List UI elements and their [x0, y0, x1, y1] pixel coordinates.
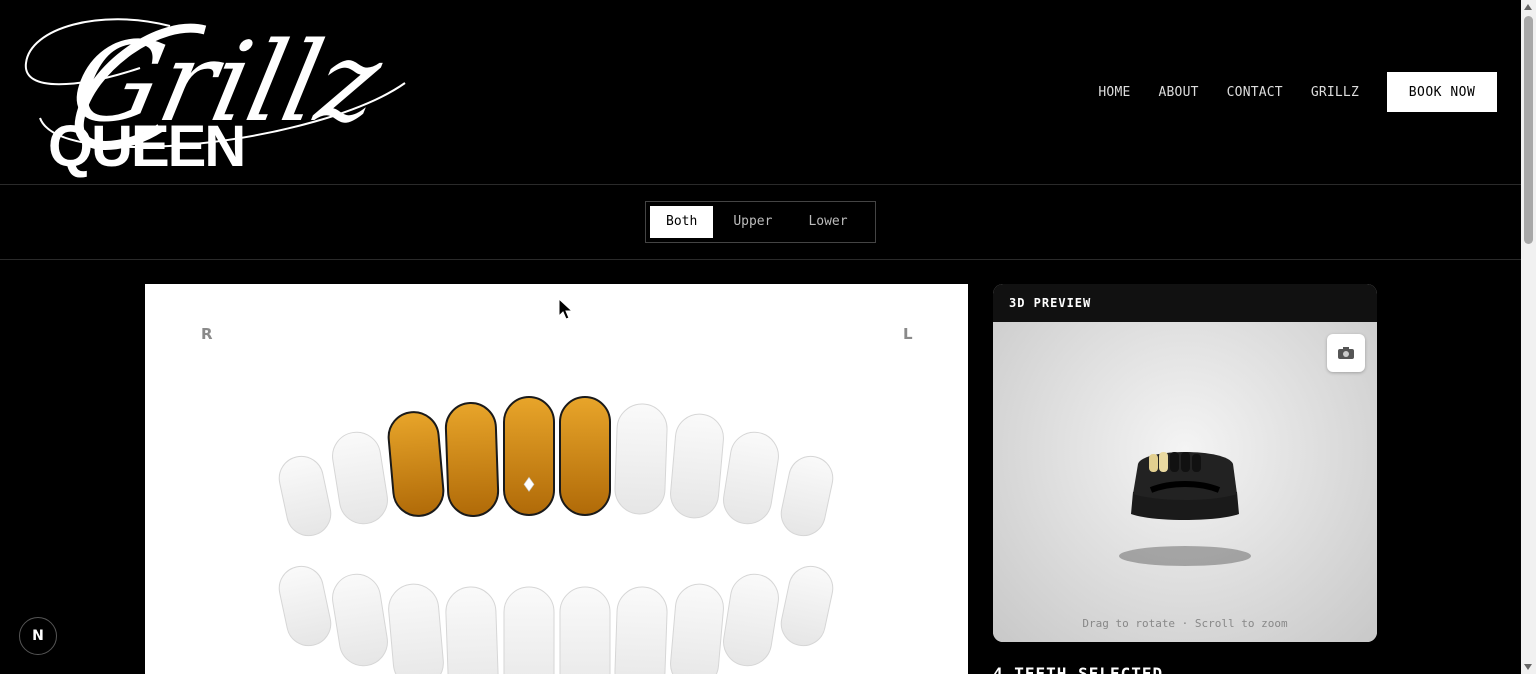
lower-tooth-6[interactable] — [559, 586, 611, 674]
nav-grillz[interactable]: GRILLZ — [1311, 85, 1359, 100]
site-header: Grillz QUEEN HOME ABOUT CONTACT GRILLZ B… — [0, 0, 1521, 185]
arch-option-lower[interactable]: Lower — [792, 206, 863, 238]
teeth-designer-canvas[interactable]: R L — [145, 284, 968, 674]
upper-tooth-1[interactable] — [275, 452, 335, 539]
upper-tooth-3[interactable] — [387, 410, 446, 518]
scroll-up-icon[interactable] — [1524, 4, 1532, 10]
book-now-button[interactable]: BOOK NOW — [1387, 72, 1497, 112]
upper-tooth-2[interactable] — [329, 429, 391, 527]
teeth-selected-count: 4 TEETH SELECTED — [993, 664, 1164, 674]
nav-contact[interactable]: CONTACT — [1227, 85, 1283, 100]
lower-tooth-2[interactable] — [329, 571, 391, 669]
upper-tooth-10[interactable] — [777, 452, 837, 539]
grillz-queen-logo[interactable]: Grillz QUEEN — [20, 8, 410, 178]
scroll-down-icon[interactable] — [1524, 664, 1532, 670]
mouse-cursor-icon — [558, 298, 574, 320]
lower-tooth-9[interactable] — [720, 571, 782, 669]
preview-header: 3D PREVIEW — [993, 284, 1377, 322]
arch-toggle: Both Upper Lower — [645, 201, 876, 243]
upper-tooth-7[interactable] — [614, 403, 668, 515]
nav-about[interactable]: ABOUT — [1159, 85, 1199, 100]
page-scrollbar[interactable] — [1521, 0, 1536, 674]
lower-tooth-4[interactable] — [445, 586, 499, 674]
nav-home[interactable]: HOME — [1098, 85, 1130, 100]
arch-option-upper[interactable]: Upper — [713, 206, 792, 238]
lower-tooth-5[interactable] — [503, 586, 555, 674]
lower-tooth-10[interactable] — [777, 562, 837, 649]
upper-tooth-4[interactable] — [444, 402, 500, 517]
grill-model-render — [1119, 452, 1251, 566]
teeth-chart — [275, 396, 837, 674]
main-nav: HOME ABOUT CONTACT GRILLZ BOOK NOW — [1098, 72, 1497, 112]
dev-tools-badge[interactable]: N — [19, 617, 57, 655]
preview-hint: Drag to rotate · Scroll to zoom — [1082, 617, 1288, 630]
upper-tooth-6[interactable] — [559, 396, 611, 516]
upper-tooth-5[interactable] — [503, 396, 555, 516]
preview-viewport[interactable]: Drag to rotate · Scroll to zoom — [993, 322, 1377, 642]
preview-title: 3D PREVIEW — [1009, 296, 1092, 310]
lower-tooth-1[interactable] — [275, 562, 335, 649]
scroll-thumb[interactable] — [1524, 16, 1533, 244]
upper-tooth-9[interactable] — [720, 429, 782, 527]
arch-option-both[interactable]: Both — [650, 206, 714, 238]
lower-tooth-7[interactable] — [614, 586, 668, 674]
3d-preview-panel: 3D PREVIEW Drag to rotate · Scroll to zo… — [993, 284, 1377, 642]
lower-tooth-8[interactable] — [669, 582, 726, 674]
upper-tooth-8[interactable] — [669, 412, 726, 520]
arch-toggle-bar: Both Upper Lower — [0, 185, 1521, 260]
lower-tooth-3[interactable] — [387, 582, 446, 674]
